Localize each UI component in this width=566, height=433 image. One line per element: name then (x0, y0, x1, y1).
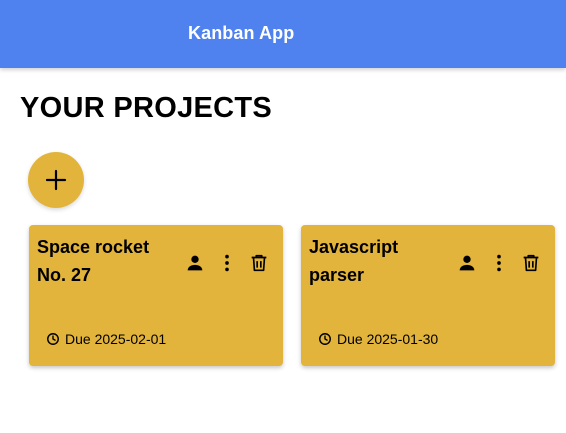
add-project-button[interactable] (28, 152, 84, 208)
project-card[interactable]: Space rocket No. 27 Due 2025-02-01 (29, 225, 283, 366)
page-title: YOUR PROJECTS (20, 92, 273, 124)
due-date: Due 2025-02-01 (46, 331, 166, 347)
assign-user-button[interactable] (179, 247, 211, 279)
clock-icon (47, 333, 59, 345)
app-bar: Kanban App (0, 0, 566, 68)
more-options-button[interactable] (483, 247, 515, 279)
trash-icon (251, 254, 267, 272)
project-title: Space rocket No. 27 (37, 237, 150, 285)
person-icon (187, 255, 203, 271)
project-title: Javascript parser (309, 237, 399, 285)
due-date-text: Due 2025-01-30 (337, 331, 439, 347)
due-date: Due 2025-01-30 (318, 331, 438, 347)
delete-project-button[interactable] (515, 247, 547, 279)
trash-icon (523, 254, 539, 272)
plus-icon (45, 169, 67, 191)
more-vertical-icon (497, 254, 501, 272)
assign-user-button[interactable] (451, 247, 483, 279)
app-title: Kanban App (188, 23, 295, 43)
clock-icon (319, 333, 331, 345)
person-icon (459, 255, 475, 271)
more-vertical-icon (225, 254, 229, 272)
more-options-button[interactable] (211, 247, 243, 279)
delete-project-button[interactable] (243, 247, 275, 279)
project-card[interactable]: Javascript parser Due 2025-01-30 (301, 225, 555, 366)
due-date-text: Due 2025-02-01 (65, 331, 167, 347)
